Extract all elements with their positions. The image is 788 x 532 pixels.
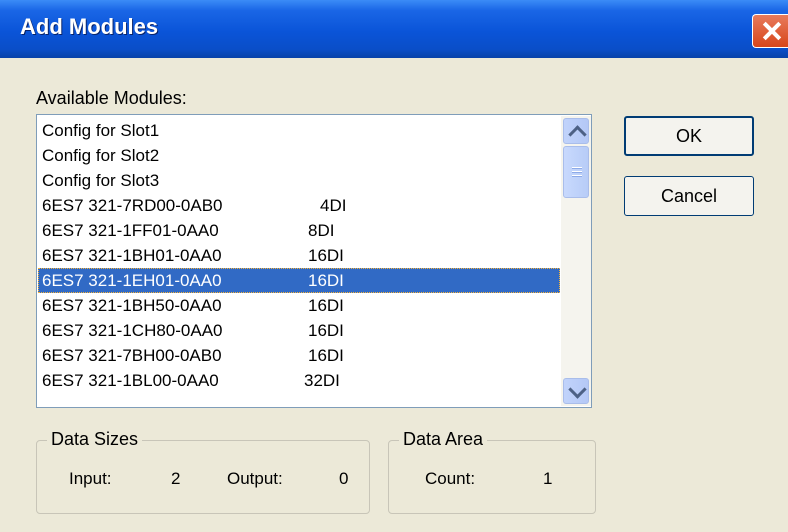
module-rows: Config for Slot1 Config for Slot2 Config f…	[38, 118, 560, 393]
cancel-button[interactable]: Cancel	[624, 176, 754, 216]
data-area-label: Data Area	[399, 429, 488, 450]
output-label: Output:	[227, 469, 283, 488]
list-scrollbar[interactable]	[561, 116, 591, 406]
list-item[interactable]: 6ES7 321-1BH50-0AA0 16DI	[38, 293, 560, 318]
input-label: Input:	[69, 469, 112, 488]
scroll-down-button[interactable]	[563, 378, 589, 404]
thumb-grip	[572, 175, 582, 177]
module-code: 6ES7 321-1BL00-0AA0	[42, 371, 219, 390]
add-modules-dialog: Add Modules Available Modules: Config fo…	[0, 0, 788, 532]
module-type: 4DI	[320, 196, 347, 215]
module-code: 6ES7 321-1BH50-0AA0	[42, 296, 222, 315]
module-code: 6ES7 321-1BH01-0AA0	[42, 246, 222, 265]
module-type: 16DI	[308, 271, 344, 290]
scroll-up-button[interactable]	[563, 118, 589, 144]
module-code: 6ES7 321-1FF01-0AA0	[42, 221, 219, 240]
module-type: 16DI	[308, 321, 344, 340]
module-type: 16DI	[308, 296, 344, 315]
title-bar[interactable]: Add Modules	[0, 0, 788, 58]
module-code: Config for Slot1	[42, 121, 160, 140]
list-item[interactable]: Config for Slot3	[38, 168, 560, 193]
list-item[interactable]: 6ES7 321-1BH01-0AA0 16DI	[38, 243, 560, 268]
count-value: 1	[543, 469, 553, 488]
list-item[interactable]: 6ES7 321-1EH01-0AA0 16DI	[38, 268, 560, 293]
module-code: 6ES7 321-1CH80-0AA0	[42, 321, 223, 340]
list-item[interactable]: 6ES7 321-1BL00-0AA0 32DI	[38, 368, 560, 393]
data-sizes-group: Data Sizes Input: 2 Output: 0	[36, 429, 370, 514]
ok-button[interactable]: OK	[624, 116, 754, 156]
thumb-grip	[572, 167, 582, 169]
chevron-down-icon	[568, 380, 587, 399]
module-code: 6ES7 321-7BH00-0AB0	[42, 346, 222, 365]
list-item[interactable]: Config for Slot2	[38, 143, 560, 168]
data-area-group: Data Area Count: 1	[388, 429, 596, 514]
available-modules-label: Available Modules:	[36, 88, 187, 108]
module-type: 8DI	[308, 221, 335, 240]
module-code: 6ES7 321-7RD00-0AB0	[42, 196, 223, 215]
list-item[interactable]: 6ES7 321-1FF01-0AA0 8DI	[38, 218, 560, 243]
data-sizes-label: Data Sizes	[47, 429, 143, 450]
list-item[interactable]: 6ES7 321-7BH00-0AB0 16DI	[38, 343, 560, 368]
available-modules-list[interactable]: Config for Slot1 Config for Slot2 Config f…	[36, 114, 592, 408]
output-value: 0	[339, 469, 349, 488]
module-type: 16DI	[308, 346, 344, 365]
list-item[interactable]: 6ES7 321-1CH80-0AA0 16DI	[38, 318, 560, 343]
chevron-up-icon	[568, 125, 587, 144]
count-label: Count:	[425, 469, 476, 488]
input-value: 2	[171, 469, 181, 488]
window-title: Add Modules	[20, 14, 159, 39]
module-type: 16DI	[308, 246, 344, 265]
module-code: 6ES7 321-1EH01-0AA0	[42, 271, 222, 290]
module-code: Config for Slot3	[42, 171, 160, 190]
list-item[interactable]: 6ES7 321-7RD00-0AB0 4DI	[38, 193, 560, 218]
close-button[interactable]	[752, 14, 788, 48]
thumb-grip	[572, 171, 582, 173]
module-code: Config for Slot2	[42, 146, 160, 165]
module-type: 32DI	[304, 371, 340, 390]
scroll-thumb[interactable]	[563, 146, 589, 198]
list-item[interactable]: Config for Slot1	[38, 118, 560, 143]
